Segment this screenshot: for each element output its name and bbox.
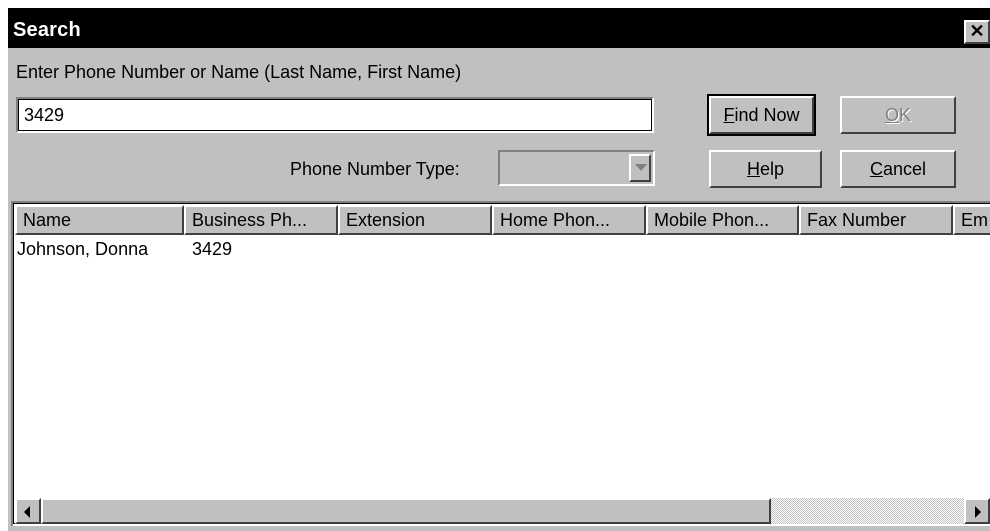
search-dialog: Search ✕ Enter Phone Number or Name (Las… — [8, 8, 990, 531]
horizontal-scrollbar[interactable] — [15, 498, 990, 524]
scroll-left-icon[interactable] — [15, 498, 41, 524]
find-now-label: ind Now — [734, 105, 800, 125]
scroll-right-icon[interactable] — [964, 498, 990, 524]
table-row[interactable]: Johnson, Donna 3429 — [15, 237, 990, 261]
cell-business-phone: 3429 — [192, 239, 233, 259]
scrollbar-thumb[interactable] — [41, 498, 771, 524]
dialog-title: Search — [13, 19, 81, 41]
results-list[interactable]: Name Business Ph... Extension Home Phon.… — [11, 201, 990, 526]
cancel-label: ancel — [882, 159, 927, 179]
search-prompt-label: Enter Phone Number or Name (Last Name, F… — [16, 62, 462, 82]
chevron-down-icon[interactable] — [629, 154, 651, 182]
close-icon: ✕ — [969, 21, 985, 41]
column-header-mobile-phone[interactable]: Mobile Phon... — [646, 205, 799, 235]
column-header-fax-number[interactable]: Fax Number — [799, 205, 953, 235]
phone-number-type-select[interactable] — [498, 150, 655, 186]
column-header-extension[interactable]: Extension — [338, 205, 492, 235]
search-input[interactable] — [16, 97, 654, 133]
column-header-business-phone[interactable]: Business Ph... — [184, 205, 338, 235]
title-bar: Search ✕ — [8, 8, 990, 48]
help-button[interactable]: Help — [709, 150, 822, 188]
column-header-name[interactable]: Name — [15, 205, 184, 235]
ok-label: K — [899, 105, 912, 125]
find-now-button[interactable]: Find Now — [707, 94, 816, 136]
column-headers: Name Business Ph... Extension Home Phon.… — [15, 205, 990, 235]
ok-button[interactable]: OK — [840, 96, 956, 134]
column-header-home-phone[interactable]: Home Phon... — [492, 205, 646, 235]
cell-name: Johnson, Donna — [17, 239, 149, 259]
column-header-email[interactable]: Em — [953, 205, 990, 235]
help-label: elp — [759, 159, 785, 179]
help-mnemonic: H — [746, 159, 760, 179]
phone-number-type-label: Phone Number Type: — [290, 159, 460, 179]
cancel-mnemonic: C — [869, 159, 883, 179]
ok-mnemonic: O — [884, 105, 899, 125]
find-now-mnemonic: F — [723, 105, 735, 125]
cancel-button[interactable]: Cancel — [840, 150, 956, 188]
close-button[interactable]: ✕ — [964, 20, 990, 44]
